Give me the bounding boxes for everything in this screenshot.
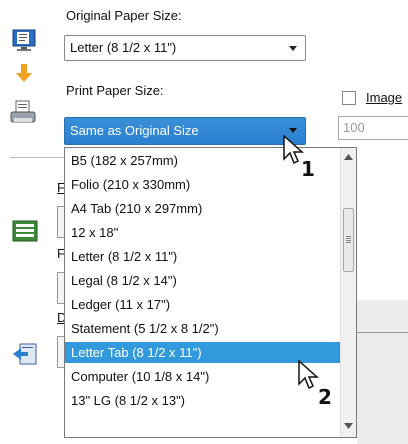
image-checkbox[interactable] (342, 91, 356, 105)
scroll-up-icon[interactable] (344, 154, 353, 160)
chevron-down-icon (289, 46, 297, 51)
chevron-down-icon (289, 128, 297, 133)
print-paper-size-dropdown[interactable]: Same as Original Size (64, 117, 306, 145)
list-item[interactable]: Letter (8 1/2 x 11") (65, 246, 340, 267)
list-item[interactable]: 12 x 18" (65, 222, 340, 243)
image-checkbox-label: Image (366, 90, 403, 105)
list-item[interactable]: A4 Tab (210 x 297mm) (65, 198, 340, 219)
right-panel-edge (357, 300, 408, 444)
list-item[interactable]: Folio (210 x 330mm) (65, 174, 340, 195)
zoom-value: 100 (343, 120, 365, 135)
printer-icon (10, 100, 36, 124)
zoom-input[interactable]: 100 (338, 116, 408, 140)
original-paper-size-value: Letter (8 1/2 x 11") (70, 40, 177, 55)
stack-icon (12, 218, 38, 242)
right-panel-line (357, 332, 408, 333)
list-item[interactable]: Ledger (11 x 17") (65, 294, 340, 315)
scroll-down-icon[interactable] (344, 423, 353, 429)
list-item[interactable]: 13" LG (8 1/2 x 13") (65, 390, 340, 411)
original-paper-size-label: Original Paper Size: (66, 8, 182, 23)
separator (10, 157, 64, 158)
print-paper-size-label: Print Paper Size: (66, 83, 164, 98)
callout-number-2: 2 (318, 385, 332, 409)
paper-size-dropdown-list[interactable]: B5 (182 x 257mm) Folio (210 x 330mm) A4 … (64, 147, 357, 438)
list-item[interactable]: Legal (8 1/2 x 14") (65, 270, 340, 291)
import-icon (12, 342, 37, 366)
list-item[interactable]: Statement (5 1/2 x 8 1/2") (65, 318, 340, 339)
arrow-down-icon (12, 62, 36, 86)
scrollbar-thumb[interactable] (343, 208, 354, 272)
document-monitor-icon (12, 28, 36, 52)
original-paper-size-dropdown[interactable]: Letter (8 1/2 x 11") (64, 35, 306, 61)
print-paper-size-value: Same as Original Size (70, 123, 199, 138)
cursor-pointer-icon (298, 360, 319, 390)
dropdown-scrollbar[interactable] (340, 148, 356, 437)
callout-number-1: 1 (301, 157, 315, 181)
